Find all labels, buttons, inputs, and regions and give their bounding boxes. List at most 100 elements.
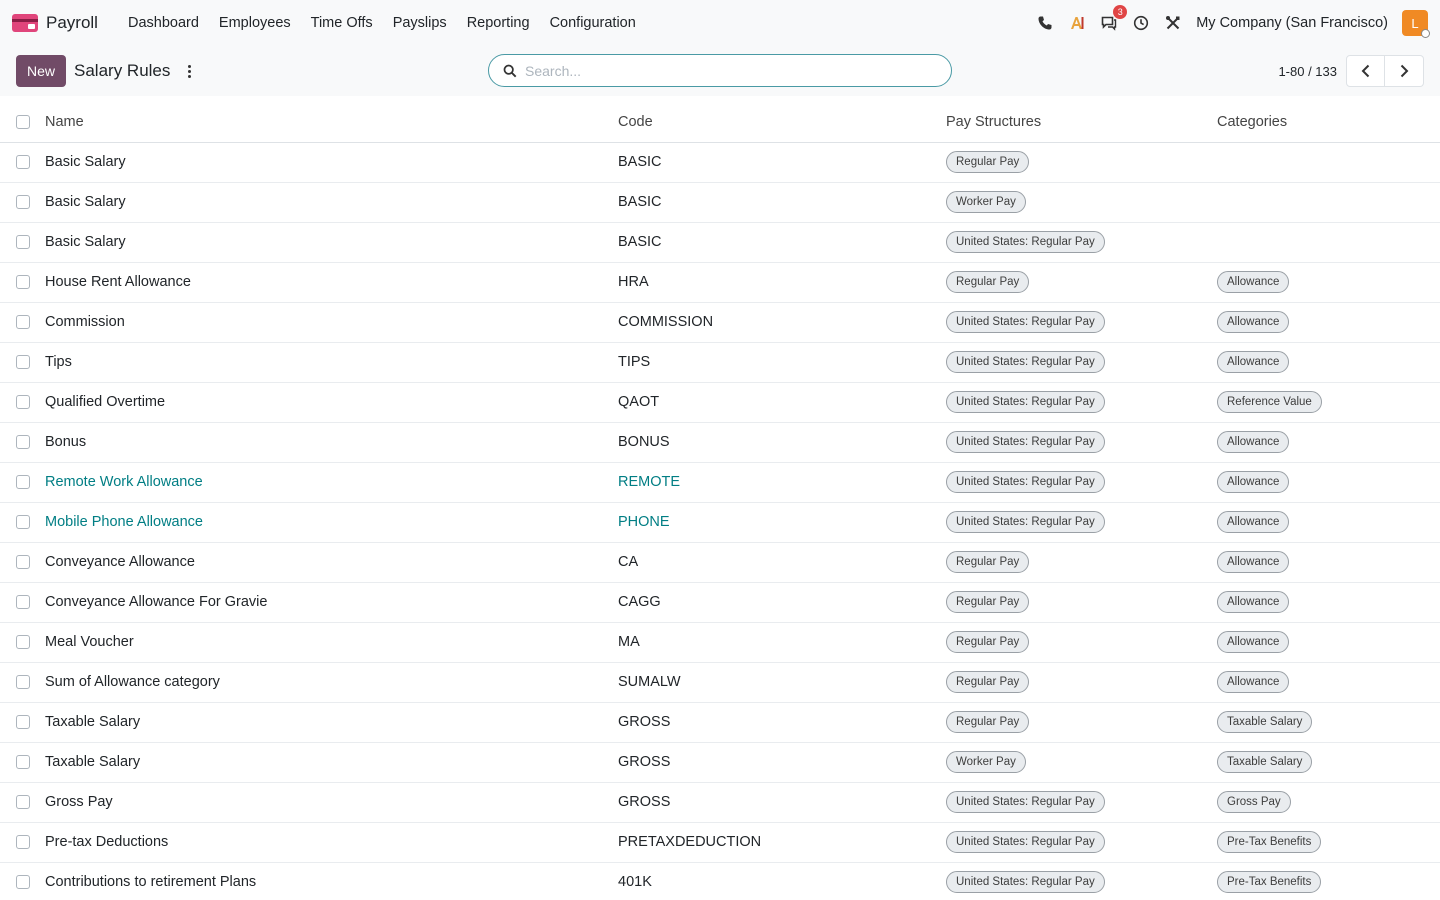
rule-name[interactable]: Conveyance Allowance — [45, 554, 195, 570]
rule-name[interactable]: Basic Salary — [45, 234, 126, 250]
table-row[interactable]: Sum of Allowance category SUMALW Regular P… — [0, 662, 1440, 702]
rule-name[interactable]: Meal Voucher — [45, 634, 134, 650]
row-checkbox[interactable] — [16, 715, 30, 730]
menu-dashboard[interactable]: Dashboard — [118, 15, 209, 31]
table-row[interactable]: Pre-tax Deductions PRETAXDEDUCTION United … — [0, 822, 1440, 862]
rule-code[interactable]: BASIC — [618, 234, 662, 250]
row-checkbox[interactable] — [16, 195, 30, 210]
rule-code[interactable]: BASIC — [618, 194, 662, 210]
rule-code[interactable]: PRETAXDEDUCTION — [618, 834, 761, 850]
table-row[interactable]: Taxable Salary GROSS Worker Pay Taxable Sal… — [0, 742, 1440, 782]
page-title[interactable]: Salary Rules — [74, 61, 170, 81]
rule-code[interactable]: HRA — [618, 274, 649, 290]
phone-icon[interactable] — [1036, 14, 1054, 32]
column-header-categories[interactable]: Categories — [1217, 102, 1440, 142]
rule-code[interactable]: SUMALW — [618, 674, 681, 690]
row-checkbox[interactable] — [16, 435, 30, 450]
rule-name[interactable]: Pre-tax Deductions — [45, 834, 168, 850]
ai-icon[interactable] — [1068, 14, 1086, 32]
rule-name[interactable]: Tips — [45, 354, 72, 370]
rule-name[interactable]: Bonus — [45, 434, 86, 450]
search-input[interactable] — [525, 62, 925, 79]
rule-name[interactable]: Gross Pay — [45, 794, 113, 810]
row-checkbox[interactable] — [16, 515, 30, 530]
menu-payslips[interactable]: Payslips — [383, 15, 457, 31]
pager-previous-button[interactable] — [1346, 55, 1385, 87]
pager-next-button[interactable] — [1385, 55, 1424, 87]
table-row[interactable]: Tips TIPS United States: Regular Pay Allowa… — [0, 342, 1440, 382]
row-checkbox[interactable] — [16, 595, 30, 610]
table-row[interactable]: Contributions to retirement Plans 401K Uni… — [0, 862, 1440, 900]
rule-code[interactable]: BONUS — [618, 434, 670, 450]
rule-code[interactable]: MA — [618, 634, 640, 650]
row-checkbox[interactable] — [16, 475, 30, 490]
column-header-code[interactable]: Code — [618, 102, 946, 142]
new-button[interactable]: New — [16, 55, 67, 87]
rule-code[interactable]: GROSS — [618, 754, 670, 770]
table-row[interactable]: Gross Pay GROSS United States: Regular Pay… — [0, 782, 1440, 822]
rule-name[interactable]: Taxable Salary — [45, 714, 140, 730]
table-row[interactable]: Taxable Salary GROSS Regular Pay Taxable Sa… — [0, 702, 1440, 742]
rule-code[interactable]: PHONE — [618, 514, 670, 530]
table-row[interactable]: Qualified Overtime QAOT United States: Reg… — [0, 382, 1440, 422]
rule-name[interactable]: Remote Work Allowance — [45, 474, 203, 490]
rule-name[interactable]: Taxable Salary — [45, 754, 140, 770]
row-checkbox[interactable] — [16, 275, 30, 290]
pager-value[interactable]: 1-80 / 133 — [1278, 64, 1337, 79]
rule-code[interactable]: CAGG — [618, 594, 661, 610]
rule-code[interactable]: GROSS — [618, 794, 670, 810]
table-row[interactable]: House Rent Allowance HRA Regular Pay Allowa… — [0, 262, 1440, 302]
select-all-checkbox[interactable] — [16, 114, 30, 129]
rule-name[interactable]: Qualified Overtime — [45, 394, 165, 410]
table-row[interactable]: Remote Work Allowance REMOTE United States… — [0, 462, 1440, 502]
rule-code[interactable]: TIPS — [618, 354, 650, 370]
row-checkbox[interactable] — [16, 755, 30, 770]
rule-code[interactable]: 401K — [618, 874, 652, 890]
table-row[interactable]: Mobile Phone Allowance PHONE United States… — [0, 502, 1440, 542]
rule-code[interactable]: BASIC — [618, 154, 662, 170]
row-checkbox[interactable] — [16, 795, 30, 810]
rule-name[interactable]: Contributions to retirement Plans — [45, 874, 256, 890]
rule-code[interactable]: REMOTE — [618, 474, 680, 490]
search-bar[interactable] — [488, 54, 952, 87]
row-checkbox[interactable] — [16, 555, 30, 570]
row-checkbox[interactable] — [16, 835, 30, 850]
table-row[interactable]: Basic Salary BASIC Regular Pay — [0, 142, 1440, 182]
actions-menu-icon[interactable] — [184, 62, 194, 80]
rule-name[interactable]: Mobile Phone Allowance — [45, 514, 203, 530]
app-name[interactable]: Payroll — [46, 13, 98, 33]
payroll-app-icon[interactable] — [12, 14, 38, 32]
row-checkbox[interactable] — [16, 875, 30, 890]
row-checkbox[interactable] — [16, 395, 30, 410]
rule-code[interactable]: CA — [618, 554, 638, 570]
menu-employees[interactable]: Employees — [209, 15, 301, 31]
rule-name[interactable]: Basic Salary — [45, 194, 126, 210]
rule-code[interactable]: GROSS — [618, 714, 670, 730]
menu-reporting[interactable]: Reporting — [457, 15, 540, 31]
rule-name[interactable]: Sum of Allowance category — [45, 674, 220, 690]
table-row[interactable]: Basic Salary BASIC United States: Regular … — [0, 222, 1440, 262]
rule-name[interactable]: Commission — [45, 314, 125, 330]
table-row[interactable]: Commission COMMISSION United States: Regul… — [0, 302, 1440, 342]
messages-icon[interactable]: 3 — [1100, 5, 1128, 32]
user-avatar[interactable]: L — [1402, 10, 1430, 38]
rule-name[interactable]: Conveyance Allowance For Gravie — [45, 594, 267, 610]
column-header-pay-structures[interactable]: Pay Structures — [946, 102, 1217, 142]
rule-code[interactable]: QAOT — [618, 394, 659, 410]
table-row[interactable]: Basic Salary BASIC Worker Pay — [0, 182, 1440, 222]
table-row[interactable]: Meal Voucher MA Regular Pay Allowance — [0, 622, 1440, 662]
company-switcher[interactable]: My Company (San Francisco) — [1196, 15, 1388, 31]
tools-icon[interactable] — [1164, 14, 1182, 32]
rule-code[interactable]: COMMISSION — [618, 314, 713, 330]
table-row[interactable]: Bonus BONUS United States: Regular Pay Allo… — [0, 422, 1440, 462]
table-row[interactable]: Conveyance Allowance For Gravie CAGG Regul… — [0, 582, 1440, 622]
row-checkbox[interactable] — [16, 355, 30, 370]
row-checkbox[interactable] — [16, 315, 30, 330]
menu-time-offs[interactable]: Time Offs — [301, 15, 383, 31]
column-header-name[interactable]: Name — [45, 102, 618, 142]
menu-configuration[interactable]: Configuration — [540, 15, 646, 31]
rule-name[interactable]: Basic Salary — [45, 154, 126, 170]
table-row[interactable]: Conveyance Allowance CA Regular Pay Allowan… — [0, 542, 1440, 582]
row-checkbox[interactable] — [16, 675, 30, 690]
row-checkbox[interactable] — [16, 235, 30, 250]
